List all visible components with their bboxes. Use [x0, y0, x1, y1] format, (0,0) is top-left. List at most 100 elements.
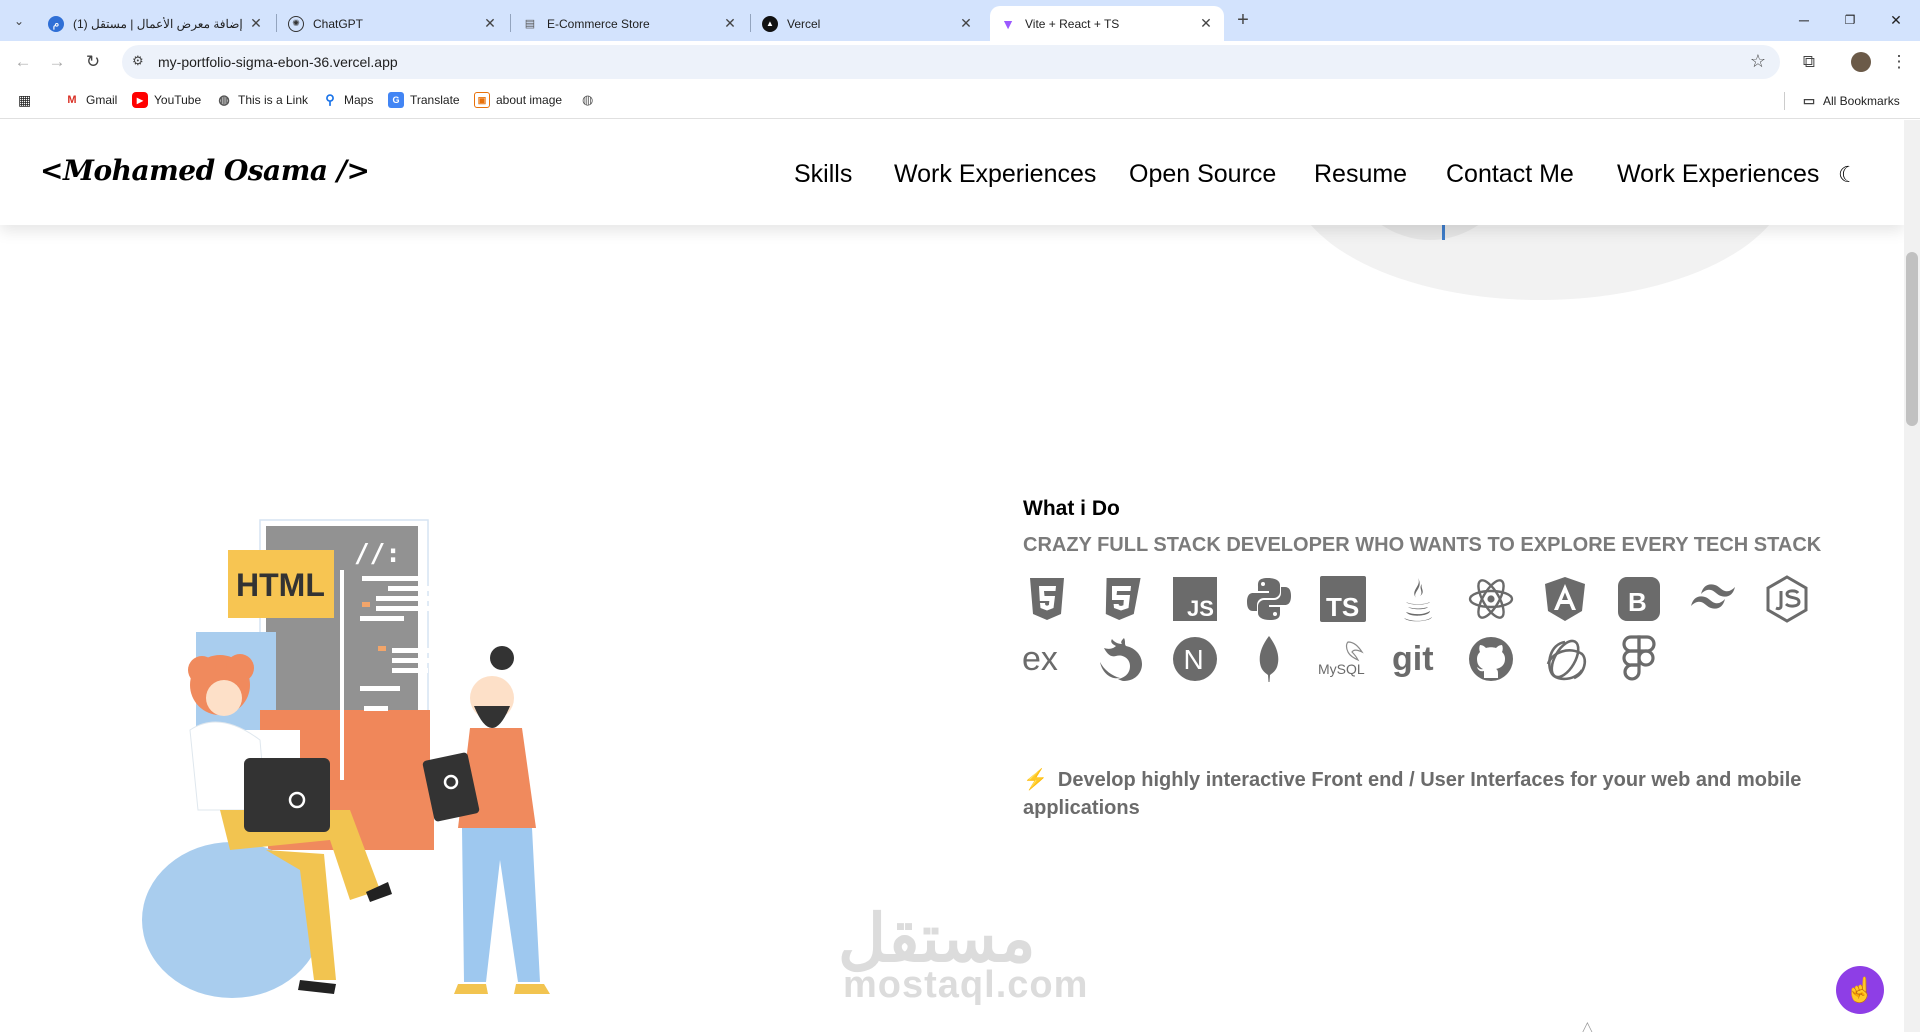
vercel-icon: ▲ — [762, 15, 778, 32]
skill-n-text: N — [1184, 644, 1204, 675]
github-icon — [1466, 634, 1516, 684]
lightning-icon: ⚡ — [1023, 769, 1048, 791]
hand-pointer-button[interactable]: ☝ — [1836, 966, 1884, 1014]
menu-icon[interactable]: ⋮ — [1886, 49, 1912, 75]
tab-chatgpt[interactable]: ✺ ChatGPT ✕ — [278, 6, 508, 41]
developer-illustration: //: HTML CSS C++ — [142, 519, 550, 998]
typescript-icon: TS — [1318, 574, 1368, 624]
mongodb-icon — [1244, 634, 1294, 684]
image-icon: ▣ — [474, 92, 490, 108]
nav-work-experiences-2[interactable]: Work Experiences — [1617, 160, 1819, 189]
tab-ecommerce[interactable]: ▤ E-Commerce Store ✕ — [512, 6, 748, 41]
section-subtitle: CRAZY FULL STACK DEVELOPER WHO WANTS TO … — [1023, 534, 1822, 556]
browser-toolbar: ← → ↻ ⚙ my-portfolio-sigma-ebon-36.verce… — [0, 41, 1920, 83]
youtube-icon: ▶ — [132, 92, 148, 108]
nextjs-icon: N — [1170, 634, 1220, 684]
profile-avatar[interactable] — [1848, 49, 1874, 75]
tab-separator — [750, 14, 751, 32]
angular-icon — [1540, 574, 1590, 624]
tab-label: E-Commerce Store — [547, 16, 650, 31]
nav-open-source[interactable]: Open Source — [1129, 160, 1276, 189]
section-title: What i Do — [1023, 497, 1120, 520]
skill-ts-text: TS — [1326, 592, 1359, 622]
site-logo[interactable]: <Mohamed Osama /> — [40, 154, 370, 187]
git-icon: git — [1392, 634, 1442, 684]
tab-label: Vite + React + TS — [1025, 16, 1120, 31]
cpp-label: C++ — [418, 881, 456, 903]
site-header: <Mohamed Osama /> Skills Work Experience… — [0, 120, 1904, 225]
feature-bullet: ⚡ Develop highly interactive Front end / … — [1023, 766, 1823, 822]
all-bookmarks[interactable]: ▭ All Bookmarks — [1784, 92, 1900, 110]
code-label: //: — [354, 539, 401, 569]
close-icon[interactable]: ✕ — [722, 15, 738, 32]
tab-label: (1) إضافة معرض الأعمال | مستقل — [73, 16, 243, 31]
react-icon — [1466, 574, 1516, 624]
skill-mysql-text: MySQL — [1318, 661, 1365, 677]
skill-express-text: ex — [1022, 640, 1058, 678]
extensions-icon[interactable]: ⧉ — [1796, 49, 1822, 75]
skill-git-text: git — [1392, 640, 1434, 678]
close-icon[interactable]: ✕ — [482, 15, 498, 32]
javascript-icon: JS — [1170, 574, 1220, 624]
site-info-icon[interactable]: ⚙ — [132, 53, 144, 69]
apps-grid-icon[interactable]: ▦ — [18, 92, 31, 109]
globe-icon: ◍ — [218, 92, 230, 107]
vite-icon: ▼ — [1001, 15, 1015, 32]
bookmark-maps[interactable]: ⚲ Maps — [322, 92, 373, 108]
close-window-icon[interactable]: ✕ — [1876, 8, 1916, 32]
bookmark-link[interactable]: ◍ This is a Link — [216, 92, 308, 108]
folder-icon: ▭ — [1802, 93, 1816, 108]
figma-icon — [1614, 634, 1664, 684]
bookmark-gmail[interactable]: M Gmail — [64, 92, 117, 108]
bootstrap-icon: B — [1614, 574, 1664, 624]
bookmark-translate[interactable]: G Translate — [388, 92, 460, 108]
back-icon[interactable]: ← — [10, 49, 36, 75]
scrollbar-thumb[interactable] — [1906, 252, 1918, 426]
chatgpt-icon: ✺ — [288, 15, 304, 32]
nodejs-icon — [1762, 574, 1812, 624]
tab-mostaql[interactable]: م (1) إضافة معرض الأعمال | مستقل ✕ — [38, 6, 274, 41]
html5-icon — [1022, 574, 1072, 624]
gmail-icon: M — [67, 94, 77, 106]
bookmark-youtube[interactable]: ▶ YouTube — [132, 92, 201, 108]
close-icon[interactable]: ✕ — [248, 15, 264, 32]
close-icon[interactable]: ✕ — [958, 15, 974, 32]
url-text[interactable]: my-portfolio-sigma-ebon-36.vercel.app — [158, 54, 398, 70]
tab-vercel[interactable]: ▲ Vercel ✕ — [752, 6, 984, 41]
address-bar[interactable]: ⚙ my-portfolio-sigma-ebon-36.vercel.app … — [122, 45, 1780, 79]
nav-resume[interactable]: Resume — [1314, 160, 1407, 189]
graphql-icon — [1540, 634, 1590, 684]
java-icon — [1392, 574, 1442, 624]
nav-skills[interactable]: Skills — [794, 160, 852, 189]
page-viewport: <Mohamed Osama /> Skills Work Experience… — [0, 120, 1904, 1032]
translate-icon: G — [388, 92, 404, 108]
python-icon — [1244, 574, 1294, 624]
minimize-icon[interactable]: ─ — [1784, 8, 1824, 32]
nestjs-icon — [1096, 634, 1146, 684]
bookmark-star-icon[interactable]: ☆ — [1750, 51, 1766, 72]
globe-icon[interactable]: ◍ — [582, 92, 593, 108]
maps-icon: ⚲ — [325, 92, 335, 107]
skill-js-text: JS — [1187, 596, 1214, 621]
reload-icon[interactable]: ↻ — [80, 49, 106, 75]
chevron-up-icon: △ — [1582, 1018, 1593, 1032]
watermark-english: mostaql.com — [843, 964, 1089, 1006]
forward-icon[interactable]: → — [44, 49, 70, 75]
tab-separator — [510, 14, 511, 32]
feature-text: Develop highly interactive Front end / U… — [1023, 769, 1802, 819]
tab-separator — [276, 14, 277, 32]
tab-search-icon[interactable]: ⌄ — [6, 8, 32, 34]
tab-label: ChatGPT — [313, 16, 364, 31]
css3-icon — [1096, 574, 1146, 624]
tab-label: Vercel — [787, 16, 821, 31]
nav-work-experiences[interactable]: Work Experiences — [894, 160, 1096, 189]
moon-icon[interactable]: ☾ — [1838, 162, 1858, 188]
bookmark-about-image[interactable]: ▣ about image — [474, 92, 562, 108]
nav-contact-me[interactable]: Contact Me — [1446, 160, 1574, 189]
new-tab-button[interactable]: + — [1230, 7, 1256, 33]
tailwind-icon — [1688, 574, 1738, 624]
tab-vite[interactable]: ▼ Vite + React + TS ✕ — [990, 6, 1224, 41]
close-icon[interactable]: ✕ — [1198, 15, 1214, 32]
express-icon: ex — [1022, 634, 1072, 684]
restore-icon[interactable]: ❐ — [1830, 8, 1870, 32]
